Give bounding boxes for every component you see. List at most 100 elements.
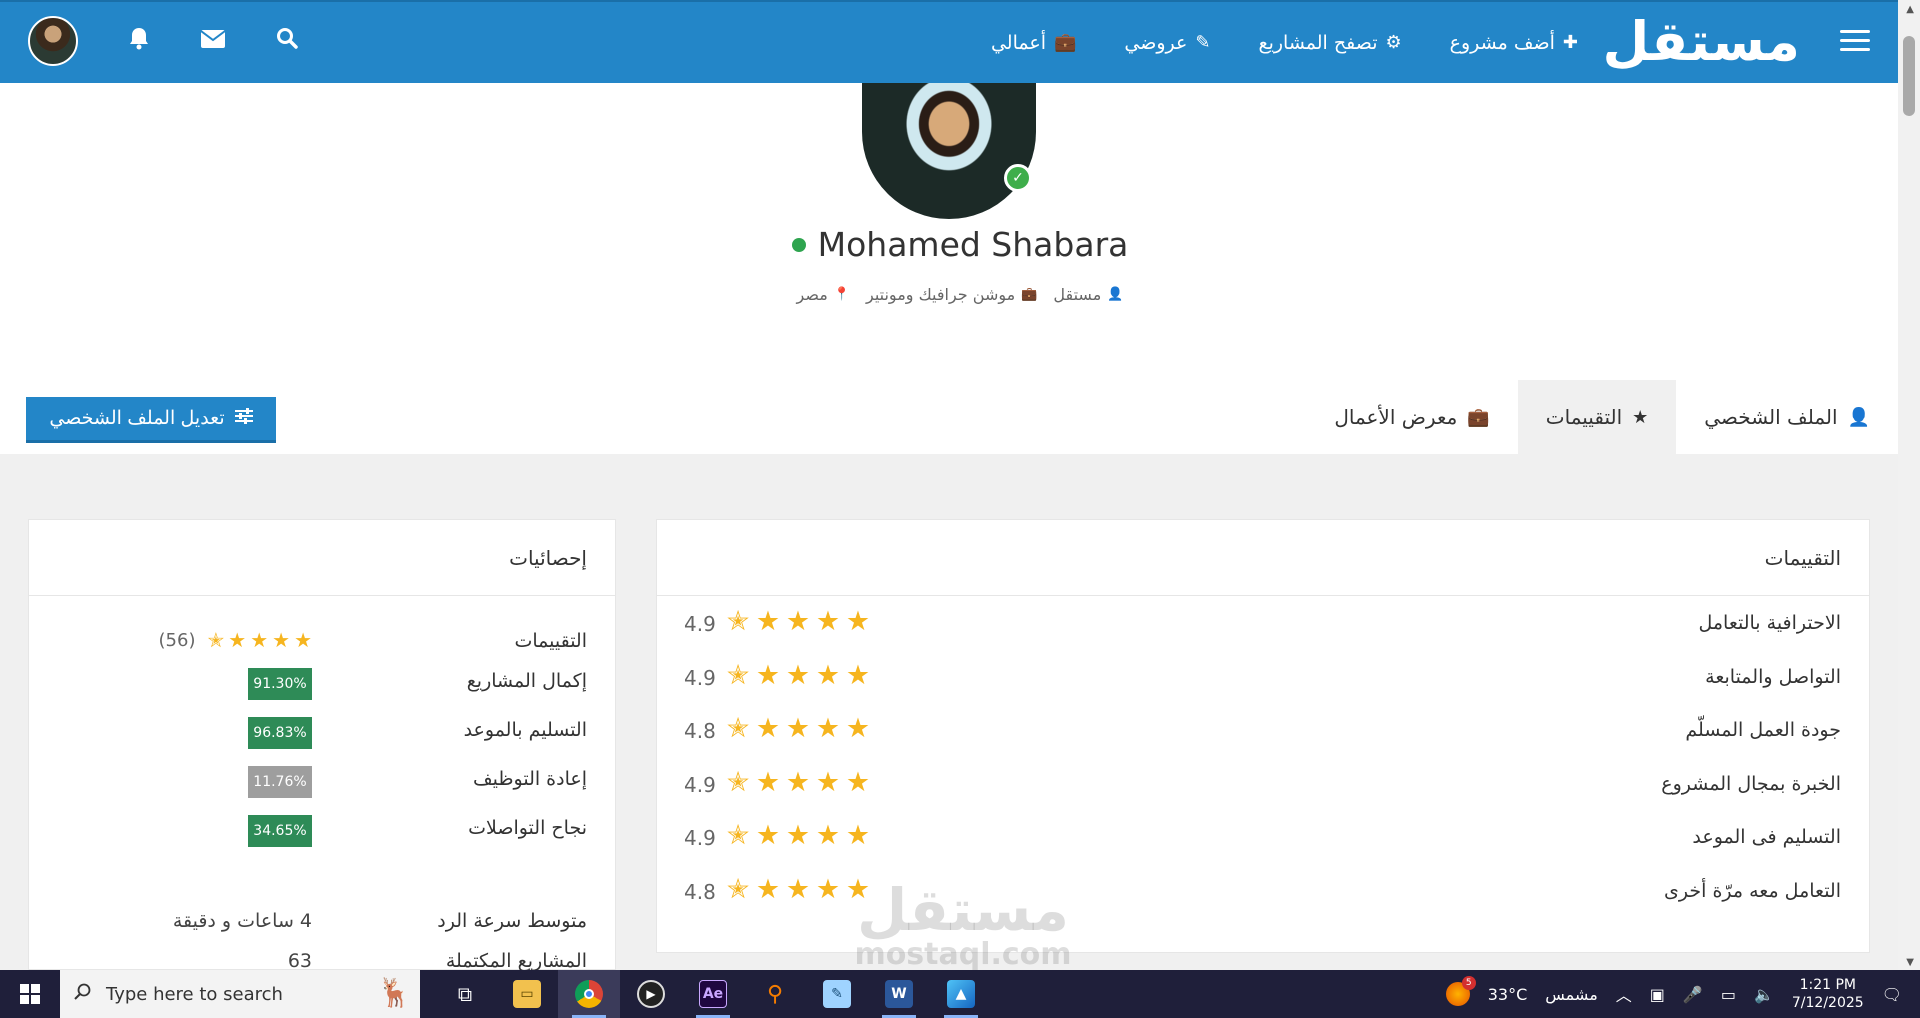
stat-value: 63: [287, 950, 312, 972]
nav-user-area: [28, 16, 300, 66]
tab-label: التقييمات: [1545, 405, 1623, 429]
star-icon: ★: [755, 659, 781, 691]
rating-row: التسليم فى الموعد ✭ ★ ★ ★ ★ 4.9: [657, 818, 1869, 858]
stat-row: نجاح التواصلات 34.65%: [29, 809, 615, 849]
star-icon: ★: [785, 873, 811, 905]
meta-specialty-text: موشن جرافيك ومونتير: [865, 285, 1016, 304]
edit-profile-button[interactable]: تعديل الملف الشخصي: [26, 397, 276, 443]
rating-row: جودة العمل المسلّم ✭ ★ ★ ★ ★ 4.8: [657, 711, 1869, 751]
stat-row-ratings: التقييمات (56) ✭ ★ ★ ★ ★: [29, 622, 615, 662]
chevron-up-icon[interactable]: ︿: [1616, 982, 1632, 1006]
notifications-icon[interactable]: 🗨: [1882, 985, 1902, 1004]
star-icon: ★: [845, 659, 871, 691]
meta-role: 👤 مستقل: [1053, 285, 1123, 304]
rating-score: 4.9: [684, 826, 716, 850]
stat-label: التسليم بالموعد: [463, 719, 587, 741]
rating-stars: ✭ ★ ★ ★ ★: [723, 820, 873, 851]
weather-temp[interactable]: 33°C: [1488, 985, 1528, 1004]
scrollbar-thumb[interactable]: [1903, 36, 1915, 116]
user-avatar[interactable]: [28, 16, 78, 66]
file-explorer-icon[interactable]: ▭: [496, 970, 558, 1018]
weather-badge: 5: [1461, 976, 1476, 990]
photos-icon[interactable]: ▲: [930, 970, 992, 1018]
star-icon: ★: [815, 713, 841, 744]
clock-time: 1:21 PM: [1799, 977, 1856, 993]
start-button[interactable]: [0, 970, 60, 1018]
nav-my-works[interactable]: 💼 أعمالي: [991, 32, 1076, 54]
rating-label: الاحترافية بالتعامل: [1698, 612, 1841, 634]
rating-label: التسليم فى الموعد: [1692, 826, 1841, 848]
profile-name-text: Mohamed Shabara: [817, 225, 1129, 264]
briefcase-icon: 💼: [1021, 287, 1038, 302]
nav-my-offers[interactable]: ✎ عروضي: [1124, 32, 1210, 54]
meta-specialty: 💼 موشن جرافيك ومونتير: [866, 285, 1037, 304]
word-icon[interactable]: W: [868, 970, 930, 1018]
star-icon: ★: [815, 766, 841, 798]
cubes-icon: ⚙: [1385, 32, 1402, 53]
tab-ratings[interactable]: ★ التقييمات: [1517, 380, 1677, 454]
taskbar-clock[interactable]: 1:21 PM 7/12/2025: [1792, 976, 1864, 1012]
envelope-icon[interactable]: [200, 29, 226, 54]
nav-browse-projects[interactable]: ⚙ تصفح المشاريع: [1258, 32, 1401, 54]
profile-tabs: 👤 الملف الشخصي ★ التقييمات 💼 معرض الأعمال: [1306, 380, 1898, 454]
clock-date: 7/12/2025: [1791, 995, 1864, 1011]
rating-row: التعامل معه مرّة أخرى ✭ ★ ★ ★ ★ 4.8: [657, 872, 1869, 912]
after-effects-icon[interactable]: Ae: [682, 970, 744, 1018]
weather-desc[interactable]: مشمس: [1545, 985, 1598, 1004]
star-half-icon: ✭: [726, 766, 750, 798]
rating-stars: ✭ ★ ★ ★ ★: [723, 660, 873, 691]
network-icon[interactable]: ▭: [1721, 985, 1736, 1004]
taskbar-apps: ⧉ ▭ ▶ Ae ⚲ ✎ W ▲: [434, 970, 992, 1018]
scroll-down-arrow-icon[interactable]: ▼: [1906, 957, 1914, 968]
stat-label: التقييمات: [514, 630, 587, 652]
star-icon: ★: [755, 820, 781, 851]
profile-meta: 👤 مستقل 💼 موشن جرافيك ومونتير 📍 مصر: [700, 285, 1220, 304]
weather-icon[interactable]: 5: [1445, 976, 1476, 1006]
bell-icon[interactable]: [126, 26, 152, 56]
search-highlight-icon: 🦌: [377, 976, 412, 1009]
star-icon: ★: [272, 628, 291, 652]
nav-add-project[interactable]: ✚ أضف مشروع: [1450, 32, 1578, 54]
rating-score: 4.8: [684, 879, 716, 904]
online-status-dot: [791, 237, 806, 252]
menu-icon[interactable]: [1840, 30, 1870, 54]
star-half-icon: ✭: [726, 820, 750, 851]
star-icon: ★: [785, 659, 811, 691]
chrome-icon[interactable]: [558, 970, 620, 1018]
plus-icon: ✚: [1562, 32, 1578, 53]
task-view-icon[interactable]: ⧉: [434, 970, 496, 1018]
speaker-icon[interactable]: 🔈: [1754, 985, 1774, 1004]
notepad-icon[interactable]: ✎: [806, 970, 868, 1018]
star-icon: ★: [845, 606, 871, 637]
taskbar-search[interactable]: Type here to search 🦌: [60, 970, 420, 1018]
nav-link-label: أعمالي: [990, 31, 1046, 54]
rating-label: جودة العمل المسلّم: [1685, 719, 1841, 741]
stat-percentage-badge: 11.76%: [248, 766, 312, 798]
rating-score: 4.9: [684, 772, 716, 797]
nav-link-label: تصفح المشاريع: [1258, 31, 1378, 54]
microphone-icon[interactable]: 🎤: [1683, 985, 1703, 1004]
search-app-icon[interactable]: ⚲: [744, 970, 806, 1018]
media-player-icon[interactable]: ▶: [620, 970, 682, 1018]
profile-avatar: [862, 83, 1036, 219]
stat-percentage-badge: 34.65%: [248, 815, 312, 847]
search-icon[interactable]: [274, 27, 300, 55]
meet-icon[interactable]: ▣: [1650, 985, 1665, 1004]
ratings-panel-title: التقييمات: [657, 520, 1869, 596]
tab-label: الملف الشخصي: [1704, 405, 1838, 429]
site-logo[interactable]: مستقل: [1603, 10, 1801, 73]
stat-label: إعادة التوظيف: [473, 768, 587, 790]
star-icon: ★: [755, 606, 781, 637]
star-icon: ★: [755, 766, 781, 798]
stat-row-response: متوسط سرعة الرد 4 ساعات و دقيقة: [29, 902, 615, 942]
tab-portfolio[interactable]: 💼 معرض الأعمال: [1306, 380, 1518, 454]
tab-profile[interactable]: 👤 الملف الشخصي: [1676, 380, 1898, 454]
rating-label: التواصل والمتابعة: [1705, 665, 1841, 688]
page-scrollbar[interactable]: ▲ ▼: [1898, 0, 1920, 970]
edit-profile-label: تعديل الملف الشخصي: [49, 408, 225, 429]
star-icon: ★: [815, 873, 841, 905]
star-icon: ★: [785, 766, 811, 798]
stat-row: إكمال المشاريع 91.30%: [29, 662, 615, 702]
scroll-up-arrow-icon[interactable]: ▲: [1906, 4, 1914, 15]
star-half-icon: ✭: [726, 659, 750, 691]
